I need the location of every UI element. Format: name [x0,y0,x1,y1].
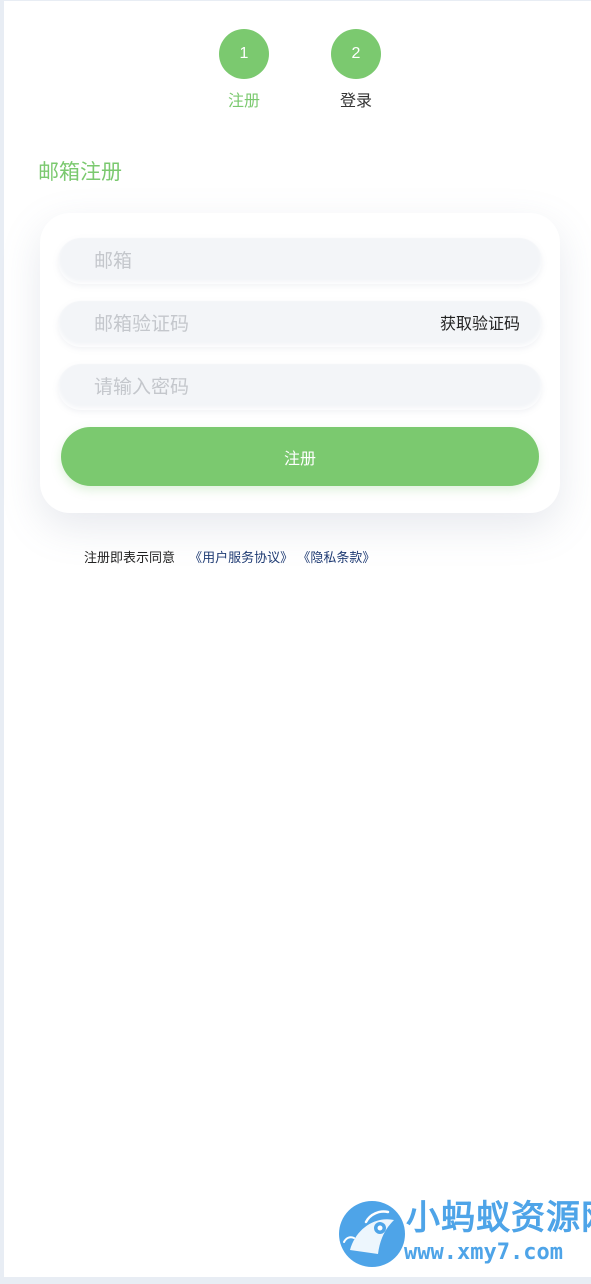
password-field-wrapper [58,364,542,410]
ant-logo-icon [339,1201,405,1267]
step-login-label: 登录 [339,91,372,110]
step-login: 2 登录 [316,29,396,111]
privacy-link[interactable]: 《隐私条款》 [297,551,375,566]
get-code-button[interactable]: 获取验证码 [440,301,520,347]
page-title: 邮箱注册 [38,160,122,184]
step-login-circle: 2 [331,29,381,79]
agreement-text: 注册即表示同意 《用户服务协议》 《隐私条款》 [84,550,375,568]
step-register-label: 注册 [227,91,260,110]
password-input[interactable] [94,364,414,410]
step-register: 1 注册 [204,29,284,111]
watermark-title: 小蚂蚁资源网 [406,1198,591,1238]
register-button[interactable]: 注册 [61,427,539,486]
email-input[interactable] [94,238,414,284]
step-indicator: 1 注册 2 登录 [4,29,591,119]
register-form: 获取验证码 注册 [40,213,560,513]
code-field-wrapper: 获取验证码 [58,301,542,347]
email-field-wrapper [58,238,542,284]
agreement-lead: 注册即表示同意 [84,551,176,566]
terms-link[interactable]: 《用户服务协议》 [189,551,293,566]
step-register-circle: 1 [219,29,269,79]
email-code-input[interactable] [94,301,414,347]
register-page: 1 注册 2 登录 邮箱注册 获取验证码 注册 注册即表示同意 《用户服务协议》… [4,1,591,1277]
watermark-url: www.xmy7.com [404,1240,563,1265]
watermark: 小蚂蚁资源网 www.xmy7.com [336,1196,591,1276]
